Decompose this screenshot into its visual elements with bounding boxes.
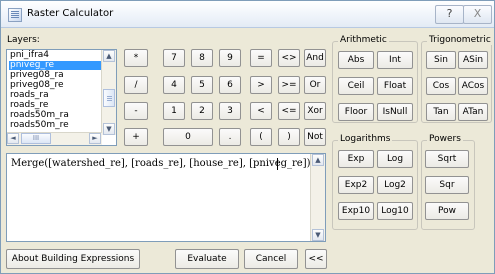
exp2-button[interactable]: Exp2 — [338, 176, 374, 194]
close-button[interactable]: X — [463, 5, 492, 24]
raster-calculator-window: Raster Calculator ? X Layers: pni_ifra4 … — [0, 0, 495, 274]
tan-button[interactable]: Tan — [426, 103, 456, 121]
and-button[interactable]: And — [304, 49, 326, 67]
layers-label: Layers: — [7, 35, 40, 45]
cancel-button[interactable]: Cancel — [244, 249, 298, 269]
evaluate-button[interactable]: Evaluate — [175, 249, 239, 269]
vertical-scroll-thumb[interactable] — [103, 89, 115, 107]
help-button[interactable]: ? — [435, 5, 464, 24]
digit-1-button[interactable]: 1 — [163, 102, 185, 120]
acos-button[interactable]: ACos — [458, 77, 488, 95]
layer-item-roads50m-re[interactable]: roads50m_re — [9, 121, 102, 130]
sqr-button[interactable]: Sqr — [425, 176, 469, 194]
layer-item-pniveg-re[interactable]: pniveg_re — [9, 61, 102, 70]
scroll-up-arrow-icon[interactable]: ▲ — [103, 50, 115, 62]
sin-button[interactable]: Sin — [426, 51, 456, 69]
calculator-icon — [8, 8, 22, 22]
not-equal-button[interactable]: <> — [278, 49, 300, 67]
layer-item-roads-re[interactable]: roads_re — [9, 101, 102, 110]
layer-item-roads50m-ra[interactable]: roads50m_ra — [9, 111, 102, 120]
layers-vertical-scrollbar[interactable]: ▲ ▼ — [101, 50, 116, 135]
scroll-left-arrow-icon[interactable]: ◄ — [7, 133, 19, 144]
expression-scroll-down-icon[interactable]: ▼ — [312, 229, 324, 241]
window-title: Raster Calculator — [27, 8, 114, 19]
powers-group: Powers Sqrt Sqr Pow — [421, 134, 475, 230]
greater-than-button[interactable]: > — [250, 76, 272, 94]
logarithms-group: Logarithms Exp Log Exp2 Log2 Exp10 Log10 — [332, 134, 418, 230]
multiply-button[interactable]: * — [124, 49, 148, 67]
scroll-down-arrow-icon[interactable]: ▼ — [103, 123, 115, 135]
expression-textbox[interactable]: Merge([watershed_re], [roads_re], [house… — [6, 153, 326, 242]
less-equal-button[interactable]: <= — [278, 102, 300, 120]
asin-button[interactable]: ASin — [458, 51, 488, 69]
float-button[interactable]: Float — [377, 77, 413, 95]
digit-2-button[interactable]: 2 — [191, 102, 213, 120]
layer-item-roads-ra[interactable]: roads_ra — [9, 91, 102, 100]
greater-equal-button[interactable]: >= — [278, 76, 300, 94]
isnull-button[interactable]: IsNull — [377, 103, 413, 121]
atan-button[interactable]: ATan — [458, 103, 488, 121]
digit-0-button[interactable]: 0 — [163, 128, 213, 146]
arithmetic-label: Arithmetic — [338, 35, 389, 45]
trigonometric-label: Trigonometric — [427, 35, 493, 45]
layer-item-pni-ifra4[interactable]: pni_ifra4 — [9, 51, 102, 60]
layer-item-priveg08-re[interactable]: priveg08_re — [9, 81, 102, 90]
int-button[interactable]: Int — [377, 51, 413, 69]
trigonometric-group: Trigonometric Sin ASin Cos ACos Tan ATan — [421, 35, 493, 123]
open-paren-button[interactable]: ( — [250, 128, 272, 146]
or-button[interactable]: Or — [304, 76, 326, 94]
decimal-button[interactable]: . — [219, 128, 241, 146]
digit-8-button[interactable]: 8 — [191, 49, 213, 67]
log2-button[interactable]: Log2 — [377, 176, 413, 194]
log10-button[interactable]: Log10 — [377, 202, 413, 220]
subtract-button[interactable]: - — [124, 102, 148, 120]
digit-3-button[interactable]: 3 — [219, 102, 241, 120]
less-than-button[interactable]: < — [250, 102, 272, 120]
exp10-button[interactable]: Exp10 — [338, 202, 374, 220]
add-button[interactable]: + — [124, 128, 148, 146]
close-paren-button[interactable]: ) — [278, 128, 300, 146]
expression-text: Merge([watershed_re], [roads_re], [house… — [11, 158, 311, 169]
layers-listbox[interactable]: pni_ifra4 pniveg_re priveg08_ra priveg08… — [6, 49, 117, 146]
digit-7-button[interactable]: 7 — [163, 49, 185, 67]
digit-4-button[interactable]: 4 — [163, 76, 185, 94]
cos-button[interactable]: Cos — [426, 77, 456, 95]
layer-item-priveg08-ra[interactable]: priveg08_ra — [9, 71, 102, 80]
xor-button[interactable]: Xor — [304, 102, 326, 120]
text-caret — [277, 158, 278, 170]
scroll-right-arrow-icon[interactable]: ► — [89, 133, 101, 144]
logarithms-label: Logarithms — [338, 134, 393, 144]
digit-5-button[interactable]: 5 — [191, 76, 213, 94]
arithmetic-group: Arithmetic Abs Int Ceil Float Floor IsNu… — [332, 35, 418, 123]
layers-horizontal-scrollbar[interactable]: ◄ III ► — [7, 132, 102, 145]
expression-scroll-up-icon[interactable]: ▲ — [312, 154, 324, 166]
title-bar[interactable]: Raster Calculator ? X — [1, 1, 494, 28]
divide-button[interactable]: / — [124, 76, 148, 94]
digit-6-button[interactable]: 6 — [219, 76, 241, 94]
equals-button[interactable]: = — [250, 49, 272, 67]
powers-label: Powers — [427, 134, 463, 144]
pow-button[interactable]: Pow — [425, 202, 469, 220]
digit-9-button[interactable]: 9 — [219, 49, 241, 67]
log-button[interactable]: Log — [377, 150, 413, 168]
floor-button[interactable]: Floor — [338, 103, 374, 121]
abs-button[interactable]: Abs — [338, 51, 374, 69]
expression-scrollbar[interactable]: ▲ ▼ — [310, 154, 325, 241]
ceil-button[interactable]: Ceil — [338, 77, 374, 95]
collapse-button[interactable]: << — [305, 249, 327, 269]
sqrt-button[interactable]: Sqrt — [425, 150, 469, 168]
exp-button[interactable]: Exp — [338, 150, 374, 168]
not-button[interactable]: Not — [304, 128, 326, 146]
about-building-expressions-button[interactable]: About Building Expressions — [6, 249, 140, 269]
horizontal-scroll-thumb[interactable]: III — [21, 133, 51, 144]
